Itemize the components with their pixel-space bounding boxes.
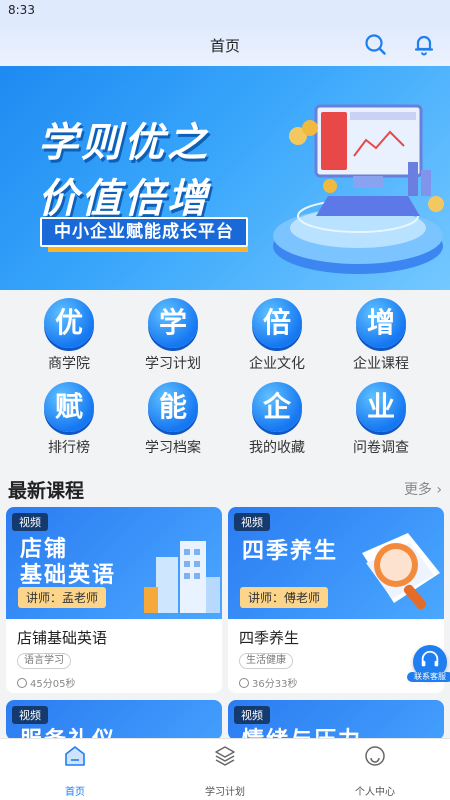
course-thumbnail: 视频 情绪与压力 bbox=[228, 700, 444, 740]
grid-item-study-records[interactable]: 能 学习档案 bbox=[121, 374, 225, 456]
grid-label: 企业文化 bbox=[249, 356, 305, 372]
teacher-badge: 讲师：傅老师 bbox=[240, 587, 329, 608]
grid-badge: 赋 bbox=[44, 382, 94, 432]
grid-label: 学习档案 bbox=[145, 440, 201, 456]
grid-label: 商学院 bbox=[48, 356, 90, 372]
section-title: 最新课程 bbox=[8, 480, 85, 502]
grid-badge: 业 bbox=[356, 382, 406, 432]
function-grid: 优 商学院 学 学习计划 倍 企业文化 增 企业课程 赋 排行榜 能 学习档案 … bbox=[0, 290, 450, 460]
banner-tag-underline bbox=[48, 247, 248, 252]
search-icon[interactable] bbox=[363, 32, 387, 56]
banner-tagline: 中小企业赋能成长平台 bbox=[40, 217, 248, 247]
status-time: 8:33 bbox=[8, 3, 35, 17]
magnifier-book-illustration bbox=[362, 533, 440, 610]
grid-label: 我的收藏 bbox=[249, 440, 305, 456]
grid-badge: 能 bbox=[148, 382, 198, 432]
status-bar: 8:33 bbox=[0, 0, 450, 22]
course-category: 语言学习 bbox=[17, 653, 71, 669]
course-card[interactable]: 视频 服务礼仪 bbox=[6, 700, 222, 740]
grid-item-company-courses[interactable]: 增 企业课程 bbox=[329, 290, 433, 372]
thumb-title-1: 四季养生 bbox=[242, 539, 339, 564]
grid-item-company-culture[interactable]: 倍 企业文化 bbox=[225, 290, 329, 372]
grid-item-business-school[interactable]: 优 商学院 bbox=[17, 290, 121, 372]
computer-illustration bbox=[273, 104, 444, 274]
tab-study-plan[interactable]: 学习计划 bbox=[150, 739, 300, 800]
grid-label: 排行榜 bbox=[48, 440, 90, 456]
grid-label: 企业课程 bbox=[353, 356, 409, 372]
course-name: 店铺基础英语 bbox=[17, 629, 108, 647]
banner-headline-1: 学则优之 bbox=[38, 120, 210, 166]
grid-badge: 学 bbox=[148, 298, 198, 348]
grid-item-survey[interactable]: 业 问卷调查 bbox=[329, 374, 433, 456]
layers-icon bbox=[215, 746, 235, 766]
teacher-badge: 讲师：孟老师 bbox=[18, 587, 107, 608]
course-card[interactable]: 视频 四季养生 讲师：傅老师 四季养生 生活健康 36分33秒 bbox=[228, 507, 444, 693]
grid-badge: 优 bbox=[44, 298, 94, 348]
course-duration: 36分33秒 bbox=[239, 675, 297, 690]
video-tag: 视频 bbox=[12, 513, 48, 531]
course-thumbnail: 视频 服务礼仪 bbox=[6, 700, 222, 740]
tab-label: 学习计划 bbox=[205, 787, 245, 798]
course-card[interactable]: 视频 情绪与压力 bbox=[228, 700, 444, 740]
grid-label: 学习计划 bbox=[145, 356, 201, 372]
bottom-tab-bar: 首页 学习计划 个人中心 bbox=[0, 738, 450, 800]
building-illustration bbox=[144, 541, 220, 613]
tab-label: 首页 bbox=[65, 787, 85, 798]
tab-profile[interactable]: 个人中心 bbox=[300, 739, 450, 800]
thumb-title-2: 基础英语 bbox=[20, 563, 117, 588]
course-thumbnail: 视频 四季养生 讲师：傅老师 bbox=[228, 507, 444, 619]
course-thumbnail: 视频 店铺 基础英语 讲师：孟老师 bbox=[6, 507, 222, 619]
tab-home[interactable]: 首页 bbox=[0, 739, 150, 800]
headset-icon bbox=[421, 650, 439, 667]
grid-badge: 企 bbox=[252, 382, 302, 432]
video-tag: 视频 bbox=[234, 513, 270, 531]
course-duration: 45分05秒 bbox=[17, 675, 75, 690]
grid-item-leaderboard[interactable]: 赋 排行榜 bbox=[17, 374, 121, 456]
course-card[interactable]: 视频 店铺 基础英语 讲师：孟老师 店铺基础英语 语言学习 45分05秒 bbox=[6, 507, 222, 693]
contact-service-label: 联系客服 bbox=[407, 672, 450, 682]
top-nav: 首页 bbox=[0, 22, 450, 66]
promo-banner[interactable]: 学则优之 价值倍增 中小企业赋能成长平台 bbox=[0, 66, 450, 290]
home-icon bbox=[65, 746, 85, 766]
bell-icon[interactable] bbox=[412, 32, 436, 56]
grid-label: 问卷调查 bbox=[353, 440, 409, 456]
clock-icon bbox=[17, 678, 27, 688]
grid-item-my-favorites[interactable]: 企 我的收藏 bbox=[225, 374, 329, 456]
tab-label: 个人中心 bbox=[355, 787, 395, 798]
course-name: 四季养生 bbox=[239, 629, 300, 647]
grid-badge: 增 bbox=[356, 298, 406, 348]
more-link[interactable]: 更多 › bbox=[404, 479, 442, 499]
smile-icon bbox=[365, 746, 385, 766]
grid-badge: 倍 bbox=[252, 298, 302, 348]
course-category: 生活健康 bbox=[239, 653, 293, 669]
grid-item-study-plan[interactable]: 学 学习计划 bbox=[121, 290, 225, 372]
contact-service-button[interactable]: 联系客服 bbox=[407, 645, 450, 682]
banner-headline-2: 价值倍增 bbox=[38, 176, 210, 222]
clock-icon bbox=[239, 678, 249, 688]
